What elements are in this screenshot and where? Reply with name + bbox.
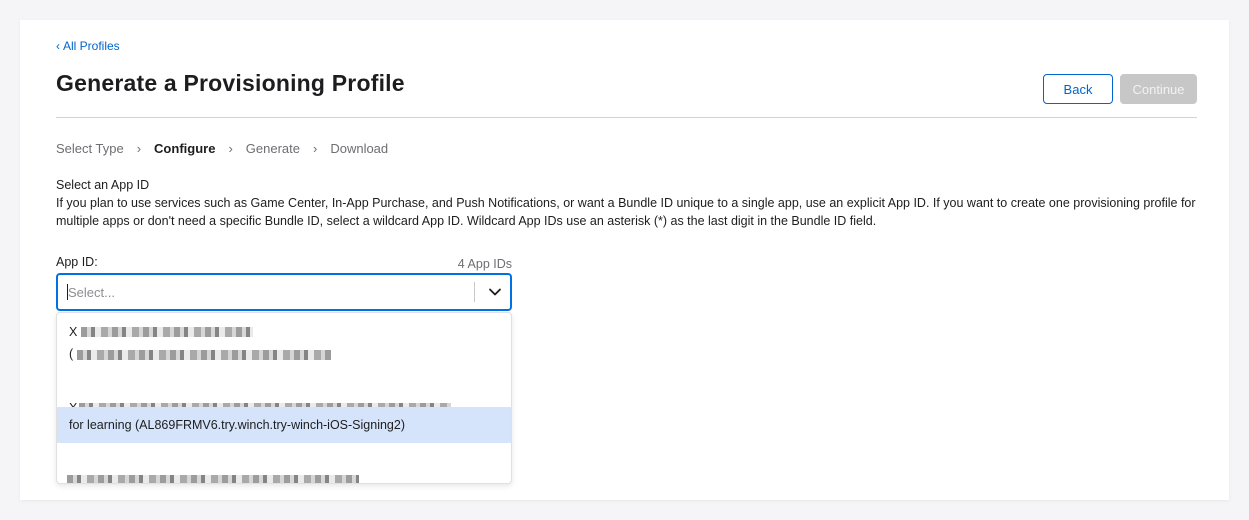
chevron-right-icon: ›	[136, 141, 142, 156]
chevron-left-icon: ‹	[56, 39, 60, 53]
section-description: If you plan to use services such as Game…	[56, 196, 1196, 228]
redacted-option-prefix-2: (	[69, 347, 74, 361]
content-card: ‹ All Profiles Generate a Provisioning P…	[20, 20, 1229, 500]
step-download: Download	[330, 141, 389, 156]
app-id-count: 4 App IDs	[457, 257, 512, 271]
app-id-dropdown: X ( X for learning (AL869FRMV6.try.winch…	[56, 312, 512, 484]
all-profiles-label: All Profiles	[63, 39, 120, 53]
list-item-highlighted[interactable]: for learning (AL869FRMV6.try.winch.try-w…	[57, 407, 511, 443]
app-id-search-input[interactable]: Select...	[68, 275, 115, 309]
app-id-label: App ID:	[56, 255, 98, 269]
step-configure: Configure	[154, 141, 216, 156]
continue-button[interactable]: Continue	[1120, 74, 1197, 104]
chevron-right-icon: ›	[228, 141, 233, 156]
step-generate: Generate	[245, 141, 300, 156]
select-separator	[474, 282, 475, 302]
chevron-down-icon[interactable]	[482, 275, 508, 309]
back-button[interactable]: Back	[1043, 74, 1113, 104]
step-breadcrumb: Select Type › Configure › Generate › Dow…	[56, 141, 388, 156]
step-select-type: Select Type	[56, 141, 124, 156]
redacted-text	[77, 350, 331, 360]
section-title: Select an App ID	[56, 178, 150, 192]
redacted-text	[81, 327, 253, 337]
list-item[interactable]: X (	[57, 323, 511, 367]
list-item[interactable]	[57, 445, 511, 483]
all-profiles-link[interactable]: ‹ All Profiles	[56, 39, 120, 53]
redacted-option-prefix: X	[69, 325, 78, 339]
list-item[interactable]: X	[57, 373, 511, 415]
page-title: Generate a Provisioning Profile	[56, 70, 405, 96]
app-id-select[interactable]: Select...	[56, 273, 512, 311]
redacted-text	[67, 475, 359, 483]
header-divider	[56, 117, 1197, 118]
chevron-right-icon: ›	[312, 141, 318, 156]
